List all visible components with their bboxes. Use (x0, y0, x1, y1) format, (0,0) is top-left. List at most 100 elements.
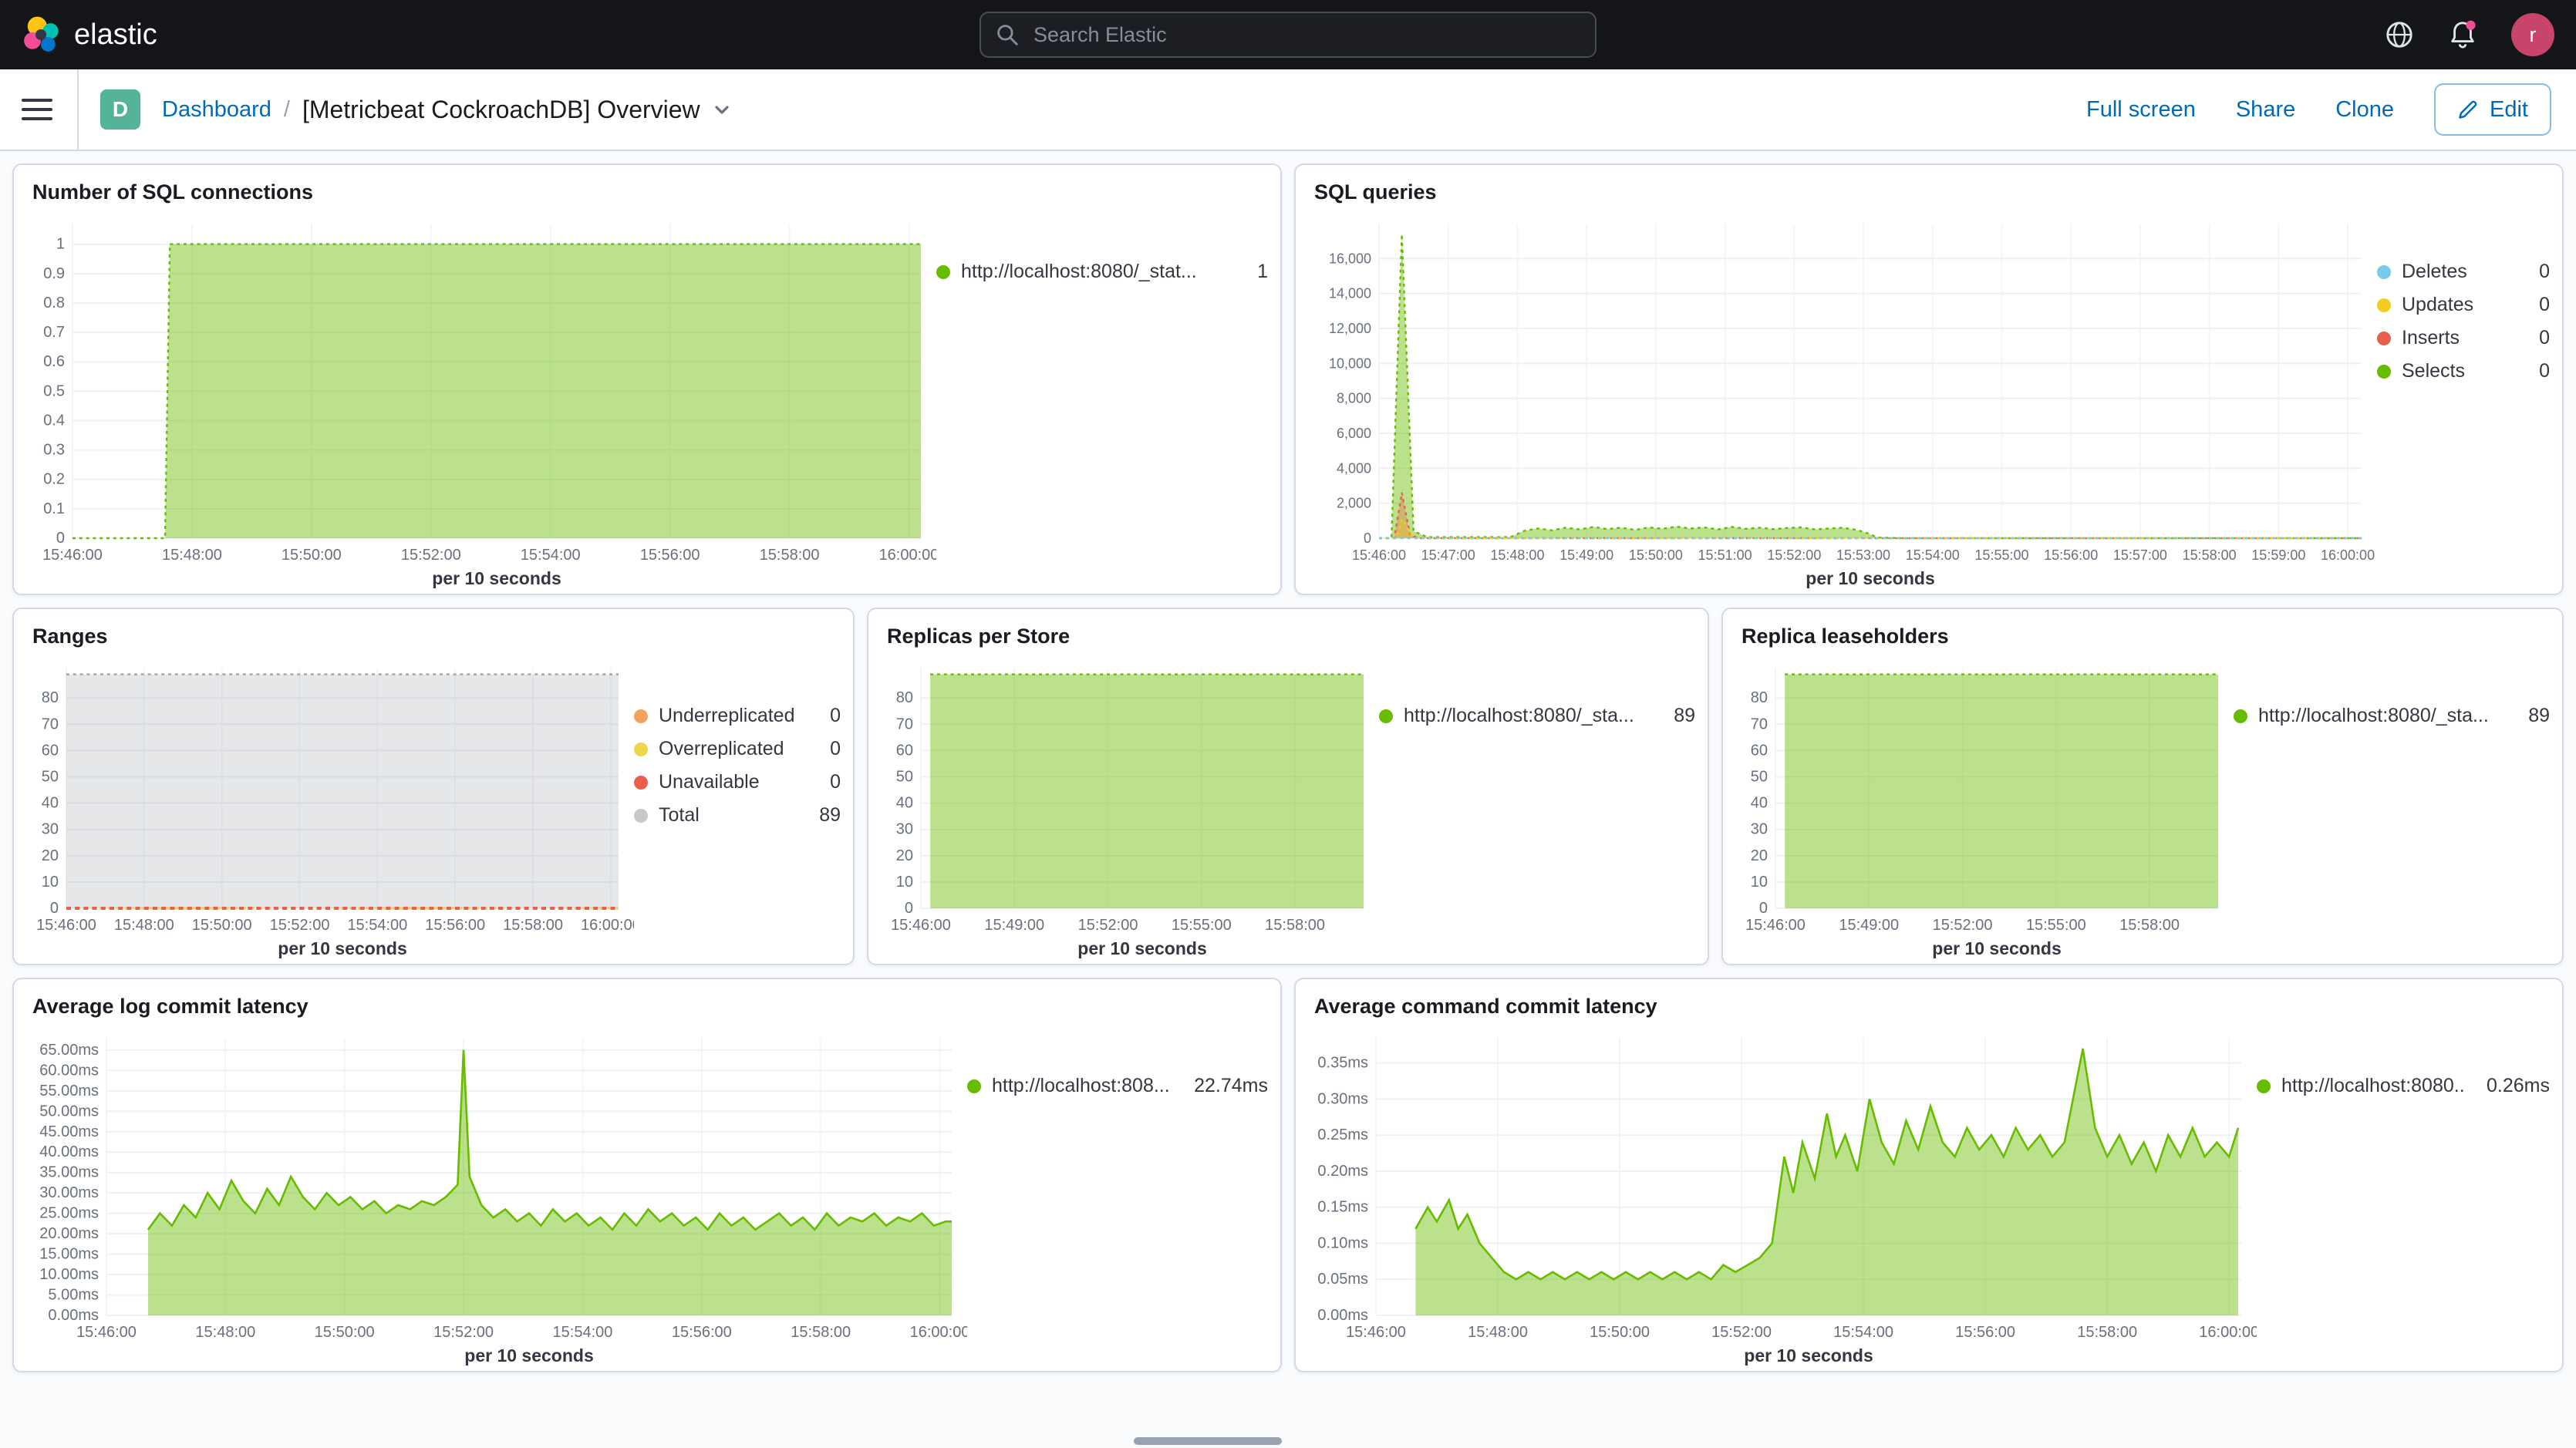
elastic-home-link[interactable]: elastic (22, 15, 157, 54)
svg-text:15:52:00: 15:52:00 (401, 547, 461, 564)
panel-title: Number of SQL connections (14, 165, 1280, 208)
svg-text:15:56:00: 15:56:00 (425, 917, 485, 934)
area-chart[interactable]: 0102030405060708015:46:0015:48:0015:50:0… (20, 652, 634, 961)
series-color-dot (634, 743, 648, 756)
svg-text:15:58:00: 15:58:00 (503, 917, 563, 934)
svg-text:80: 80 (42, 689, 59, 706)
help-icon[interactable] (2385, 20, 2414, 49)
svg-text:15:50:00: 15:50:00 (1629, 547, 1683, 563)
legend-item[interactable]: http://localhost:8080/_sta... 89 (2234, 705, 2550, 727)
menu-icon[interactable] (22, 99, 52, 120)
user-avatar[interactable]: r (2511, 13, 2554, 56)
legend-value: 89 (807, 804, 841, 827)
legend-item[interactable]: Deletes0 (2377, 261, 2550, 283)
svg-text:15:50:00: 15:50:00 (192, 917, 252, 934)
svg-text:0.00ms: 0.00ms (48, 1307, 99, 1324)
svg-text:60: 60 (896, 742, 913, 759)
legend-item[interactable]: Unavailable0 (634, 771, 841, 793)
svg-text:15:48:00: 15:48:00 (114, 917, 174, 934)
legend-item[interactable]: http://localhost:8080/_stat...1 (936, 261, 1268, 283)
dashboard-app-badge[interactable]: D (100, 89, 140, 130)
legend-item[interactable]: Overreplicated0 (634, 738, 841, 760)
legend-item[interactable]: Underreplicated0 (634, 705, 841, 727)
svg-text:10: 10 (1751, 874, 1768, 891)
svg-text:15:49:00: 15:49:00 (1839, 917, 1899, 934)
legend-label: http://localhost:808... (992, 1075, 1170, 1097)
area-chart[interactable]: 0102030405060708015:46:0015:49:0015:52:0… (875, 652, 1379, 961)
series-color-dot (2234, 709, 2247, 723)
chart-legend: http://localhost:808...22.74ms (967, 1022, 1268, 1368)
svg-text:15:46:00: 15:46:00 (1745, 917, 1806, 934)
area-chart[interactable]: 0.00ms5.00ms10.00ms15.00ms20.00ms25.00ms… (20, 1022, 967, 1368)
svg-text:16:00:00: 16:00:00 (879, 547, 936, 564)
svg-text:80: 80 (1751, 689, 1768, 706)
horizontal-scrollbar-thumb[interactable] (1134, 1437, 1282, 1445)
svg-text:45.00ms: 45.00ms (39, 1123, 99, 1140)
area-chart[interactable]: 02,0004,0006,0008,00010,00012,00014,0001… (1302, 208, 2377, 591)
svg-text:20: 20 (42, 847, 59, 864)
svg-text:15:48:00: 15:48:00 (1490, 547, 1544, 563)
share-button[interactable]: Share (2236, 97, 2295, 123)
breadcrumb-separator: / (284, 97, 290, 123)
svg-text:15:58:00: 15:58:00 (2119, 917, 2180, 934)
full-screen-button[interactable]: Full screen (2086, 97, 2196, 123)
svg-text:0: 0 (1364, 530, 1371, 546)
legend-value: 0 (2527, 360, 2550, 382)
clone-button[interactable]: Clone (2335, 97, 2394, 123)
panel-avg-log-commit-latency: Average log commit latency 0.00ms5.00ms1… (12, 978, 1282, 1372)
svg-text:per 10 seconds: per 10 seconds (1932, 938, 2061, 958)
svg-text:15:56:00: 15:56:00 (640, 547, 700, 564)
svg-text:60: 60 (42, 742, 59, 759)
chevron-down-icon[interactable] (713, 100, 731, 119)
search-input[interactable] (1030, 22, 1580, 49)
legend-item[interactable]: Selects0 (2377, 360, 2550, 382)
legend-item[interactable]: http://localhost:8080...0.26ms (2257, 1075, 2550, 1097)
legend-item[interactable]: Inserts 0 (2377, 327, 2550, 349)
svg-text:per 10 seconds: per 10 seconds (278, 938, 406, 958)
panel-replicas-per-store: Replicas per Store 0102030405060708015:4… (867, 608, 1709, 965)
global-search-bar[interactable] (979, 12, 1597, 58)
svg-text:per 10 seconds: per 10 seconds (1806, 568, 1934, 588)
svg-text:0.6: 0.6 (43, 353, 65, 370)
legend-item[interactable]: Updates0 (2377, 294, 2550, 316)
legend-item[interactable]: Total89 (634, 804, 841, 827)
svg-text:0: 0 (905, 900, 913, 917)
svg-text:15:56:00: 15:56:00 (1955, 1324, 2015, 1341)
svg-text:0.35ms: 0.35ms (1317, 1055, 1368, 1072)
svg-text:16:00:00: 16:00:00 (2321, 547, 2375, 563)
svg-text:60: 60 (1751, 742, 1768, 759)
chart-legend: http://localhost:8080...0.26ms (2257, 1022, 2550, 1368)
series-color-dot (2377, 332, 2391, 345)
alerts-icon[interactable] (2448, 20, 2477, 49)
svg-text:25.00ms: 25.00ms (39, 1205, 99, 1222)
breadcrumb-dashboard-link[interactable]: Dashboard (162, 97, 271, 123)
legend-label: Updates (2402, 294, 2473, 316)
svg-text:15:46:00: 15:46:00 (891, 917, 951, 934)
panel-replica-leaseholders: Replica leaseholders 0102030405060708015… (1721, 608, 2564, 965)
svg-text:0.7: 0.7 (43, 324, 65, 341)
legend-value: 89 (2516, 705, 2550, 727)
legend-item[interactable]: http://localhost:808...22.74ms (967, 1075, 1268, 1097)
svg-text:15:50:00: 15:50:00 (315, 1324, 375, 1341)
area-chart[interactable]: 00.10.20.30.40.50.60.70.80.9115:46:0015:… (20, 208, 936, 591)
dashboard-toolbar: D Dashboard / [Metricbeat CockroachDB] O… (0, 69, 2576, 151)
legend-label: http://localhost:8080/_sta... (2258, 705, 2489, 727)
svg-text:15:47:00: 15:47:00 (1421, 547, 1475, 563)
area-chart[interactable]: 0102030405060708015:46:0015:49:0015:52:0… (1729, 652, 2234, 961)
legend-value: 0 (2527, 261, 2550, 283)
pencil-icon (2457, 99, 2479, 120)
svg-text:0.9: 0.9 (43, 265, 65, 282)
series-color-dot (1379, 709, 1393, 723)
edit-button[interactable]: Edit (2434, 83, 2551, 136)
legend-item[interactable]: http://localhost:8080/_sta...89 (1379, 705, 1695, 727)
svg-text:15:49:00: 15:49:00 (984, 917, 1044, 934)
area-chart[interactable]: 0.00ms0.05ms0.10ms0.15ms0.20ms0.25ms0.30… (1302, 1022, 2257, 1368)
svg-text:15:54:00: 15:54:00 (521, 547, 581, 564)
svg-text:70: 70 (1751, 716, 1768, 732)
legend-value: 0 (2527, 327, 2550, 349)
svg-text:0.10ms: 0.10ms (1317, 1234, 1368, 1251)
svg-text:15:52:00: 15:52:00 (1933, 917, 1993, 934)
legend-label: Inserts (2402, 327, 2460, 349)
series-color-dot (2377, 265, 2391, 279)
legend-value: 0 (818, 738, 841, 760)
